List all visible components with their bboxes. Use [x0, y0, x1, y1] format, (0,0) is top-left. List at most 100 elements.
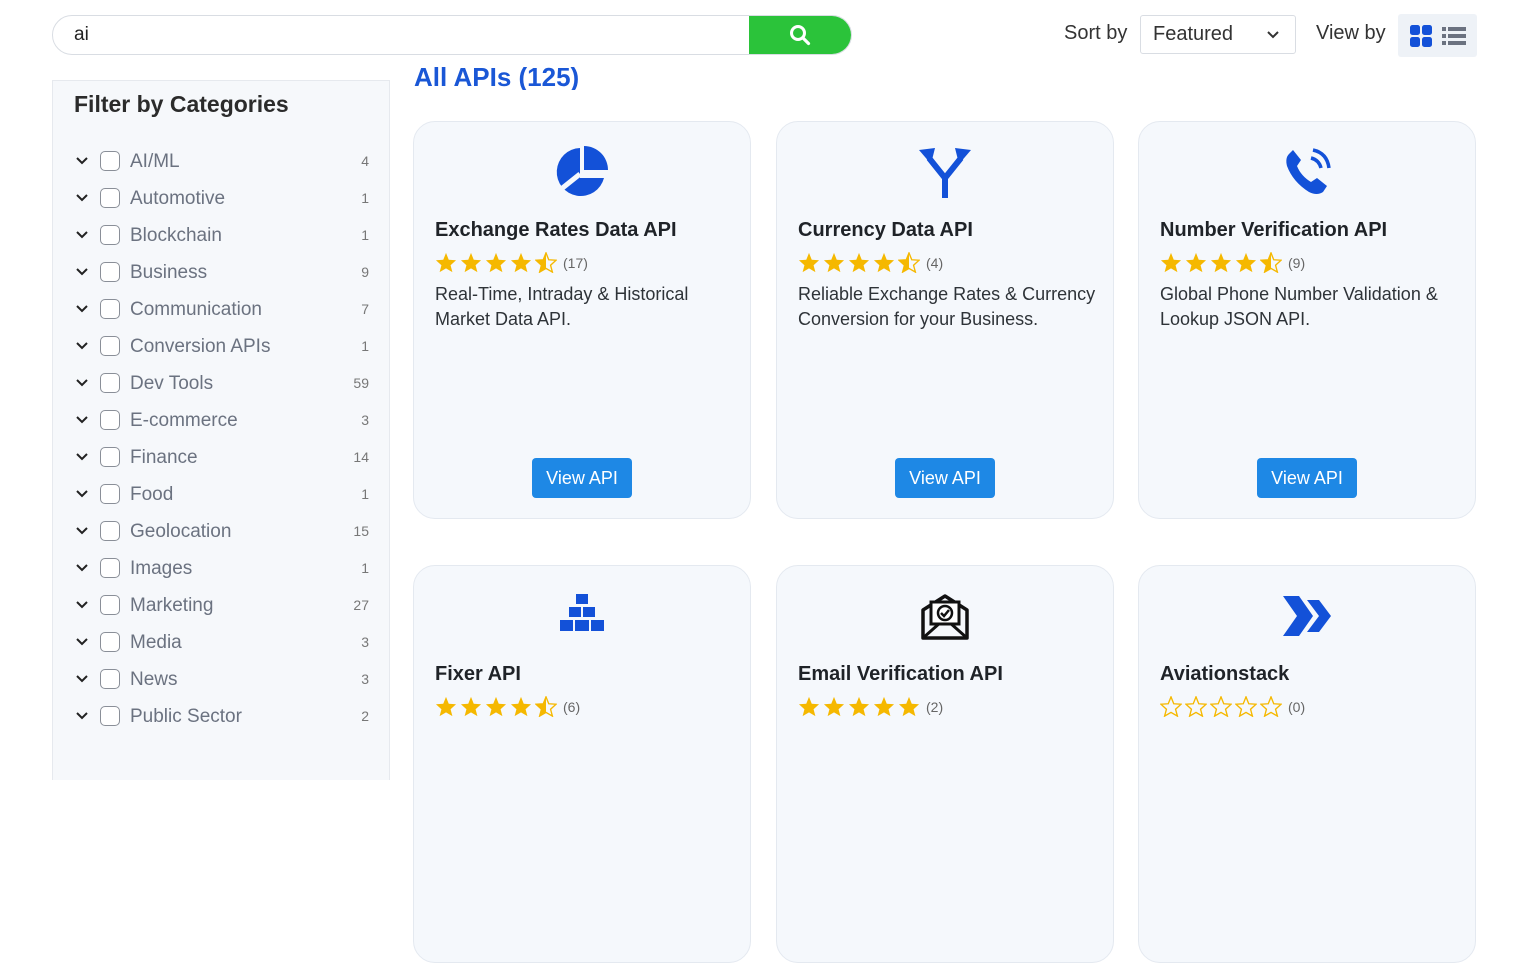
rating-stars: (17)	[435, 252, 588, 273]
category-checkbox[interactable]	[100, 225, 120, 245]
category-label: Images	[130, 558, 193, 579]
split-arrows-icon	[777, 144, 1113, 200]
category-item[interactable]: Communication 7	[53, 294, 389, 324]
rating-stars: (4)	[798, 252, 943, 273]
card-title[interactable]: Currency Data API	[798, 219, 973, 242]
view-toggle	[1398, 14, 1477, 57]
star-icon	[873, 252, 895, 273]
half-star-icon	[898, 252, 920, 273]
category-label: AI/ML	[130, 151, 180, 172]
chevron-down-icon[interactable]	[75, 155, 89, 167]
view-api-button[interactable]: View API	[532, 458, 632, 498]
empty-star-icon	[1235, 696, 1257, 717]
star-icon	[435, 696, 457, 717]
category-checkbox[interactable]	[100, 484, 120, 504]
chevron-down-icon[interactable]	[75, 710, 89, 722]
category-checkbox[interactable]	[100, 336, 120, 356]
chevron-down-icon[interactable]	[75, 266, 89, 278]
category-label: Finance	[130, 447, 198, 468]
rating-count: (9)	[1288, 254, 1306, 271]
category-checkbox[interactable]	[100, 706, 120, 726]
api-card[interactable]: Aviationstack (0)	[1138, 565, 1476, 963]
category-item[interactable]: Conversion APIs 1	[53, 331, 389, 361]
rating-count: (6)	[563, 698, 581, 715]
category-count: 1	[361, 560, 369, 576]
chevron-down-icon[interactable]	[75, 303, 89, 315]
view-label: View by	[1316, 22, 1386, 44]
category-item[interactable]: Geolocation 15	[53, 516, 389, 546]
chevron-down-icon[interactable]	[75, 562, 89, 574]
grid-view-button[interactable]	[1409, 24, 1433, 48]
category-item[interactable]: Public Sector 2	[53, 701, 389, 731]
search-input[interactable]	[53, 16, 751, 54]
category-label: E-commerce	[130, 410, 238, 431]
chevron-down-icon[interactable]	[75, 229, 89, 241]
category-checkbox[interactable]	[100, 558, 120, 578]
api-card[interactable]: Email Verification API (2)	[776, 565, 1114, 963]
card-title[interactable]: Exchange Rates Data API	[435, 219, 677, 242]
results-heading-text: All APIs (125)	[414, 62, 580, 90]
category-checkbox[interactable]	[100, 410, 120, 430]
category-item[interactable]: Marketing 27	[53, 590, 389, 620]
rating-count: (17)	[563, 254, 588, 271]
results-heading: All APIs (125)	[414, 58, 579, 90]
phone-icon	[1139, 144, 1475, 200]
card-title[interactable]: Fixer API	[435, 663, 521, 686]
category-checkbox[interactable]	[100, 299, 120, 319]
category-item[interactable]: AI/ML 4	[53, 146, 389, 176]
sort-select[interactable]: Featured	[1140, 15, 1296, 54]
star-icon	[510, 252, 532, 273]
star-icon	[510, 696, 532, 717]
card-title[interactable]: Email Verification API	[798, 663, 1003, 686]
category-checkbox[interactable]	[100, 373, 120, 393]
chevron-down-icon[interactable]	[75, 488, 89, 500]
list-view-button[interactable]	[1442, 25, 1467, 47]
rating-count: (0)	[1288, 698, 1306, 715]
card-title[interactable]: Number Verification API	[1160, 219, 1387, 242]
category-label: Food	[130, 484, 174, 505]
category-label: Blockchain	[130, 225, 222, 246]
category-item[interactable]: Automotive 1	[53, 183, 389, 213]
chevron-down-icon[interactable]	[75, 192, 89, 204]
category-item[interactable]: E-commerce 3	[53, 405, 389, 435]
star-icon	[873, 696, 895, 717]
card-title[interactable]: Aviationstack	[1160, 663, 1289, 686]
category-checkbox[interactable]	[100, 669, 120, 689]
view-api-button[interactable]: View API	[1257, 458, 1357, 498]
chevron-down-icon[interactable]	[75, 673, 89, 685]
category-count: 3	[361, 671, 369, 687]
category-checkbox[interactable]	[100, 632, 120, 652]
category-item[interactable]: Finance 14	[53, 442, 389, 472]
rating-stars: (6)	[435, 696, 580, 717]
view-api-button[interactable]: View API	[895, 458, 995, 498]
api-card[interactable]: Currency Data API (4) Reliable Exchange Ra…	[776, 121, 1114, 519]
category-count: 2	[361, 708, 369, 724]
star-icon	[823, 252, 845, 273]
category-label: Conversion APIs	[130, 336, 271, 357]
category-item[interactable]: Blockchain 1	[53, 220, 389, 250]
search-button[interactable]	[749, 16, 851, 54]
category-checkbox[interactable]	[100, 188, 120, 208]
chevron-down-icon[interactable]	[75, 377, 89, 389]
star-icon	[898, 696, 920, 717]
chevron-down-icon[interactable]	[75, 340, 89, 352]
category-item[interactable]: Images 1	[53, 553, 389, 583]
chevron-down-icon[interactable]	[75, 414, 89, 426]
category-item[interactable]: Food 1	[53, 479, 389, 509]
chevron-down-icon[interactable]	[75, 451, 89, 463]
category-item[interactable]: Dev Tools 59	[53, 368, 389, 398]
api-card[interactable]: Exchange Rates Data API (17) Real-Time, In…	[413, 121, 751, 519]
api-card[interactable]: Number Verification API (9) Global Phone N…	[1138, 121, 1476, 519]
category-checkbox[interactable]	[100, 151, 120, 171]
category-checkbox[interactable]	[100, 521, 120, 541]
chevron-down-icon[interactable]	[75, 599, 89, 611]
category-checkbox[interactable]	[100, 595, 120, 615]
chevron-down-icon[interactable]	[75, 525, 89, 537]
category-item[interactable]: Media 3	[53, 627, 389, 657]
api-card[interactable]: Fixer API (6)	[413, 565, 751, 963]
chevron-down-icon[interactable]	[75, 636, 89, 648]
category-checkbox[interactable]	[100, 262, 120, 282]
category-item[interactable]: News 3	[53, 664, 389, 694]
category-checkbox[interactable]	[100, 447, 120, 467]
category-item[interactable]: Business 9	[53, 257, 389, 287]
